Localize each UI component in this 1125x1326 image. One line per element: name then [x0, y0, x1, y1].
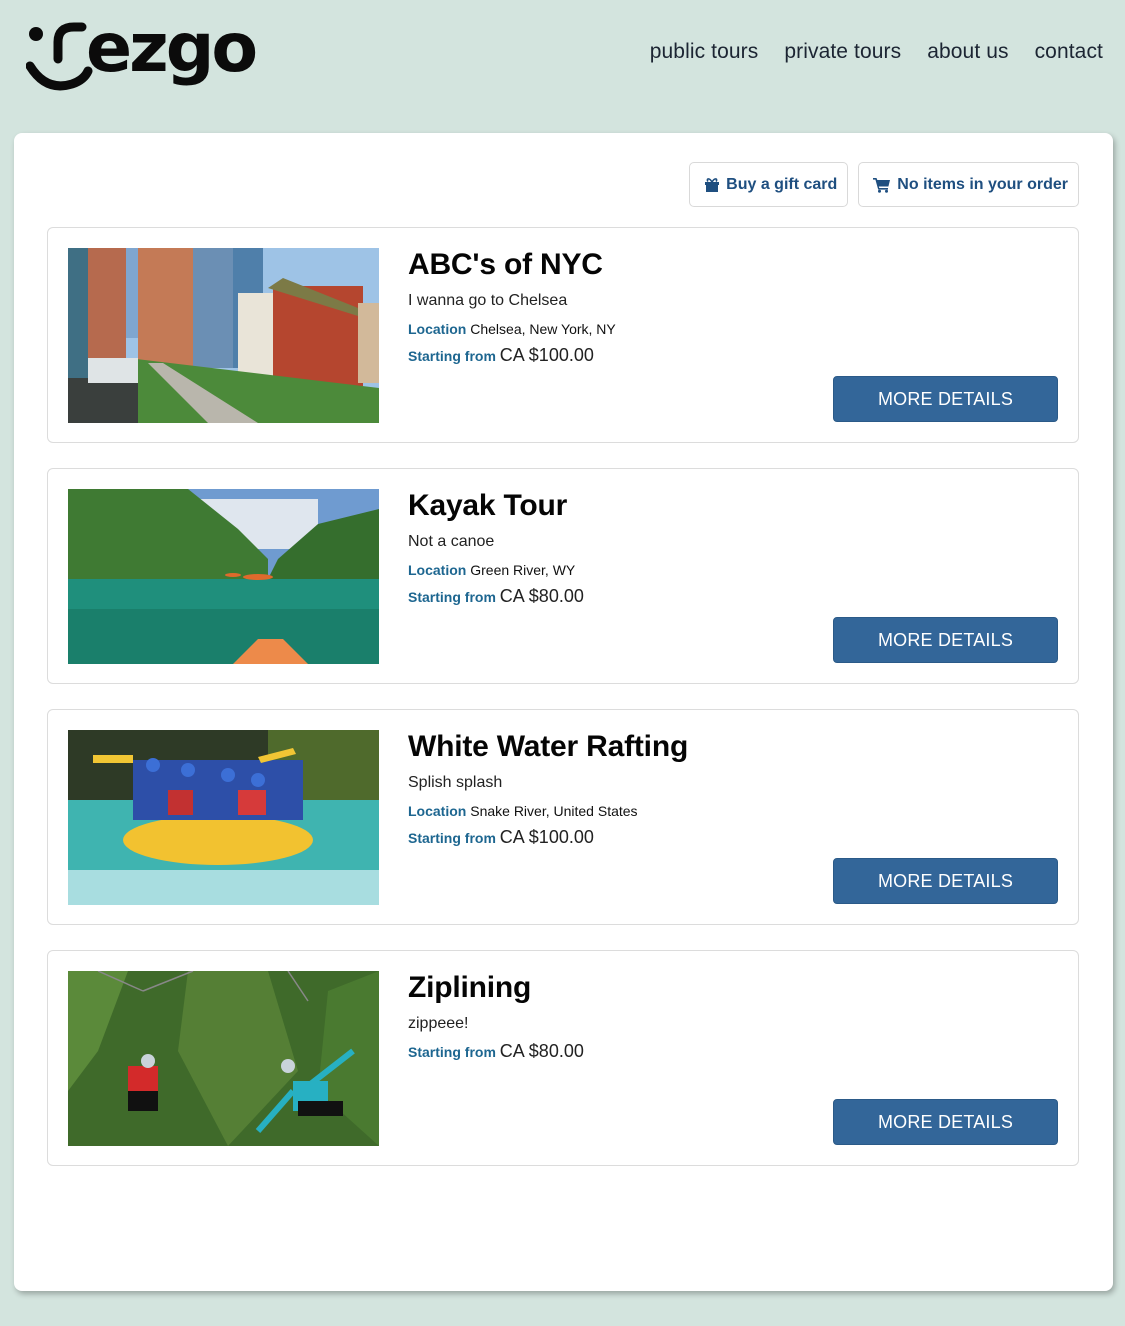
location-label: Location — [408, 321, 467, 337]
more-details-button[interactable]: MORE DETAILS — [833, 858, 1058, 904]
main-nav: public tours private tours about us cont… — [650, 40, 1103, 64]
nav-about-us[interactable]: about us — [927, 40, 1008, 64]
tour-price: Starting from CA $80.00 — [408, 1042, 584, 1061]
starting-from-label: Starting from — [408, 830, 496, 846]
tour-price: Starting from CA $100.00 — [408, 346, 616, 365]
rezgo-logo[interactable]: ezgo — [25, 9, 316, 100]
starting-from-label: Starting from — [408, 348, 496, 364]
location-value: Green River, WY — [470, 562, 576, 578]
tour-info: Ziplining zippeee! Starting from CA $80.… — [408, 969, 584, 1061]
more-details-button[interactable]: MORE DETAILS — [833, 376, 1058, 422]
price-value: CA $100.00 — [499, 827, 594, 847]
tour-title[interactable]: White Water Rafting — [408, 728, 688, 766]
order-cart-button[interactable]: No items in your order — [858, 162, 1079, 207]
tour-card: White Water Rafting Splish splash Locati… — [47, 709, 1079, 925]
tour-title[interactable]: Kayak Tour — [408, 487, 584, 525]
price-value: CA $80.00 — [499, 586, 584, 606]
buy-gift-card-label: Buy a gift card — [726, 175, 838, 193]
tour-price: Starting from CA $100.00 — [408, 828, 688, 847]
tour-info: Kayak Tour Not a canoe Location Green Ri… — [408, 487, 584, 606]
more-details-button[interactable]: MORE DETAILS — [833, 1099, 1058, 1145]
gift-icon — [704, 177, 720, 193]
content-panel: Buy a gift card No items in your order A… — [14, 133, 1113, 1291]
location-value: Chelsea, New York, NY — [470, 321, 616, 337]
order-toolbar: Buy a gift card No items in your order — [689, 162, 1079, 207]
tour-card: Kayak Tour Not a canoe Location Green Ri… — [47, 468, 1079, 684]
starting-from-label: Starting from — [408, 1044, 496, 1060]
tour-image[interactable] — [68, 489, 379, 664]
tour-description: zippeee! — [408, 1015, 469, 1032]
tour-description: Not a canoe — [408, 533, 495, 550]
svg-text:ezgo: ezgo — [86, 14, 255, 88]
tour-image[interactable] — [68, 730, 379, 905]
location-label: Location — [408, 562, 467, 578]
site-header: ezgo public tours private tours about us… — [0, 0, 1125, 120]
nav-private-tours[interactable]: private tours — [784, 40, 901, 64]
tour-location: Location Green River, WY — [408, 561, 584, 579]
buy-gift-card-button[interactable]: Buy a gift card — [689, 162, 849, 207]
tour-image[interactable] — [68, 971, 379, 1146]
tour-info: White Water Rafting Splish splash Locati… — [408, 728, 688, 847]
nav-contact[interactable]: contact — [1035, 40, 1103, 64]
location-label: Location — [408, 803, 467, 819]
tour-card: ABC's of NYC I wanna go to Chelsea Locat… — [47, 227, 1079, 443]
tour-price: Starting from CA $80.00 — [408, 587, 584, 606]
price-value: CA $80.00 — [499, 1041, 584, 1061]
nav-public-tours[interactable]: public tours — [650, 40, 759, 64]
location-value: Snake River, United States — [470, 803, 638, 819]
more-details-button[interactable]: MORE DETAILS — [833, 617, 1058, 663]
order-cart-label: No items in your order — [897, 175, 1068, 193]
tour-location: Location Snake River, United States — [408, 802, 688, 820]
tour-card: Ziplining zippeee! Starting from CA $80.… — [47, 950, 1079, 1166]
logo-mark: ezgo — [25, 9, 258, 91]
tour-location: Location Chelsea, New York, NY — [408, 320, 616, 338]
tour-description: Splish splash — [408, 774, 503, 791]
starting-from-label: Starting from — [408, 589, 496, 605]
tour-title[interactable]: Ziplining — [408, 969, 584, 1007]
tour-image[interactable] — [68, 248, 379, 423]
price-value: CA $100.00 — [499, 345, 594, 365]
tour-info: ABC's of NYC I wanna go to Chelsea Locat… — [408, 246, 616, 365]
tour-title[interactable]: ABC's of NYC — [408, 246, 616, 284]
tour-description: I wanna go to Chelsea — [408, 292, 568, 309]
shopping-cart-icon — [873, 177, 891, 193]
